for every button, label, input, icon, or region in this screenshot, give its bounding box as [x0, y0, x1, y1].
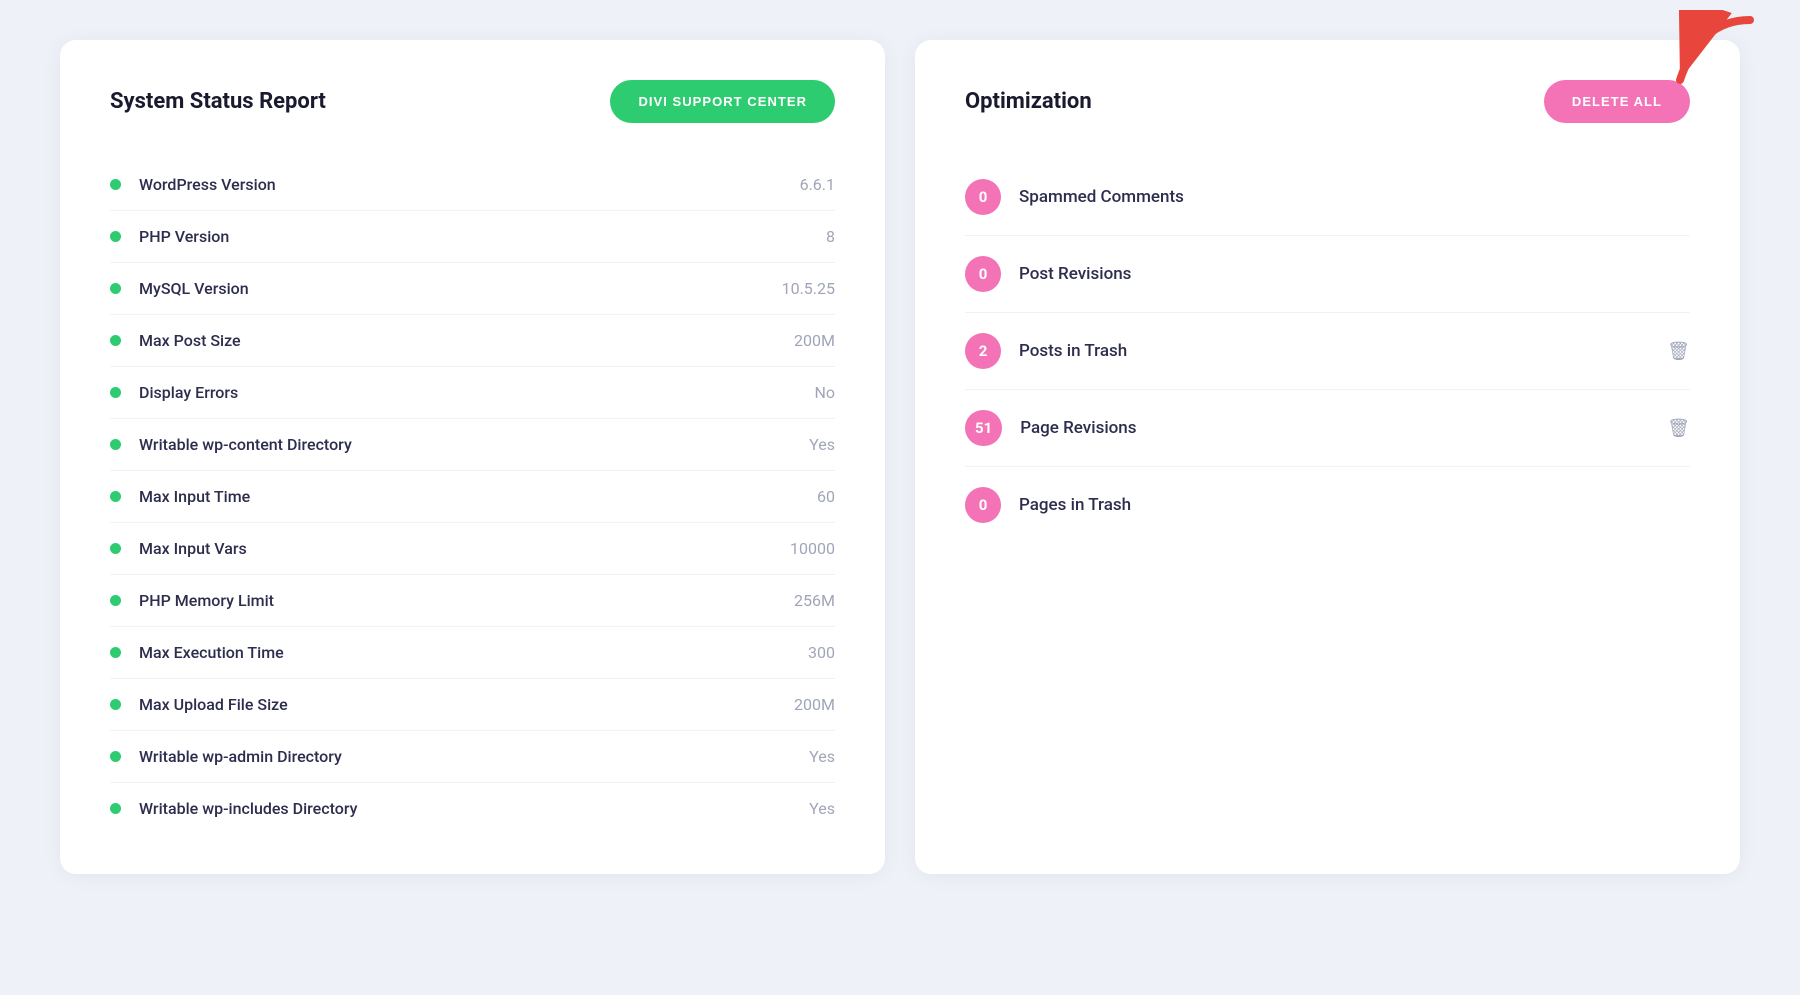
status-item: Display Errors No [110, 367, 835, 419]
status-label: Writable wp-admin Directory [139, 747, 755, 766]
status-value: Yes [755, 747, 835, 766]
status-dot [110, 387, 121, 398]
status-item: Max Input Vars 10000 [110, 523, 835, 575]
opt-label: Post Revisions [1019, 264, 1690, 284]
status-dot [110, 179, 121, 190]
trash-icon[interactable]: 🗑 [1667, 418, 1690, 439]
status-dot [110, 699, 121, 710]
status-value: 60 [755, 487, 835, 506]
status-list: WordPress Version 6.6.1 PHP Version 8 My… [110, 159, 835, 834]
status-item: MySQL Version 10.5.25 [110, 263, 835, 315]
status-label: MySQL Version [139, 279, 755, 298]
status-dot [110, 231, 121, 242]
optimization-header: Optimization DELETE ALL [965, 80, 1690, 123]
status-value: 10000 [755, 539, 835, 558]
status-dot [110, 751, 121, 762]
status-dot [110, 491, 121, 502]
status-value: 8 [755, 227, 835, 246]
status-dot [110, 595, 121, 606]
main-container: System Status Report DIVI SUPPORT CENTER… [60, 40, 1740, 874]
opt-badge: 2 [965, 333, 1001, 369]
optimization-item: 51 Page Revisions 🗑 [965, 390, 1690, 467]
opt-label: Spammed Comments [1019, 187, 1690, 207]
system-status-title: System Status Report [110, 89, 326, 114]
trash-icon[interactable]: 🗑 [1667, 341, 1690, 362]
status-dot [110, 335, 121, 346]
status-value: 200M [755, 331, 835, 350]
status-label: PHP Version [139, 227, 755, 246]
status-item: PHP Version 8 [110, 211, 835, 263]
status-label: Max Execution Time [139, 643, 755, 662]
status-dot [110, 439, 121, 450]
status-dot [110, 543, 121, 554]
status-label: Display Errors [139, 383, 755, 402]
opt-badge: 0 [965, 179, 1001, 215]
status-label: Max Upload File Size [139, 695, 755, 714]
status-value: 300 [755, 643, 835, 662]
opt-label: Posts in Trash [1019, 341, 1641, 361]
status-value: No [755, 383, 835, 402]
optimization-list: 0 Spammed Comments 0 Post Revisions 2 Po… [965, 159, 1690, 543]
opt-label: Pages in Trash [1019, 495, 1690, 515]
status-label: Writable wp-includes Directory [139, 799, 755, 818]
status-item: Writable wp-admin Directory Yes [110, 731, 835, 783]
optimization-item: 0 Pages in Trash [965, 467, 1690, 543]
status-item: Max Input Time 60 [110, 471, 835, 523]
status-item: Max Post Size 200M [110, 315, 835, 367]
optimization-title: Optimization [965, 89, 1092, 114]
status-item: Max Upload File Size 200M [110, 679, 835, 731]
status-label: Max Post Size [139, 331, 755, 350]
optimization-item: 2 Posts in Trash 🗑 [965, 313, 1690, 390]
delete-all-button[interactable]: DELETE ALL [1544, 80, 1690, 123]
status-value: 6.6.1 [755, 175, 835, 194]
status-label: Max Input Vars [139, 539, 755, 558]
opt-badge: 0 [965, 256, 1001, 292]
system-status-header: System Status Report DIVI SUPPORT CENTER [110, 80, 835, 123]
status-label: WordPress Version [139, 175, 755, 194]
status-value: Yes [755, 799, 835, 818]
system-status-panel: System Status Report DIVI SUPPORT CENTER… [60, 40, 885, 874]
status-dot [110, 283, 121, 294]
status-label: Max Input Time [139, 487, 755, 506]
status-item: Max Execution Time 300 [110, 627, 835, 679]
status-value: Yes [755, 435, 835, 454]
optimization-panel: Optimization DELETE ALL 0 Spammed Commen… [915, 40, 1740, 874]
opt-label: Page Revisions [1020, 418, 1641, 438]
divi-support-center-button[interactable]: DIVI SUPPORT CENTER [610, 80, 835, 123]
status-item: Writable wp-content Directory Yes [110, 419, 835, 471]
status-item: Writable wp-includes Directory Yes [110, 783, 835, 834]
optimization-item: 0 Post Revisions [965, 236, 1690, 313]
opt-badge: 0 [965, 487, 1001, 523]
status-item: WordPress Version 6.6.1 [110, 159, 835, 211]
status-value: 10.5.25 [755, 279, 835, 298]
status-dot [110, 647, 121, 658]
status-dot [110, 803, 121, 814]
optimization-item: 0 Spammed Comments [965, 159, 1690, 236]
status-item: PHP Memory Limit 256M [110, 575, 835, 627]
status-label: Writable wp-content Directory [139, 435, 755, 454]
opt-badge: 51 [965, 410, 1002, 446]
status-label: PHP Memory Limit [139, 591, 755, 610]
status-value: 256M [755, 591, 835, 610]
status-value: 200M [755, 695, 835, 714]
